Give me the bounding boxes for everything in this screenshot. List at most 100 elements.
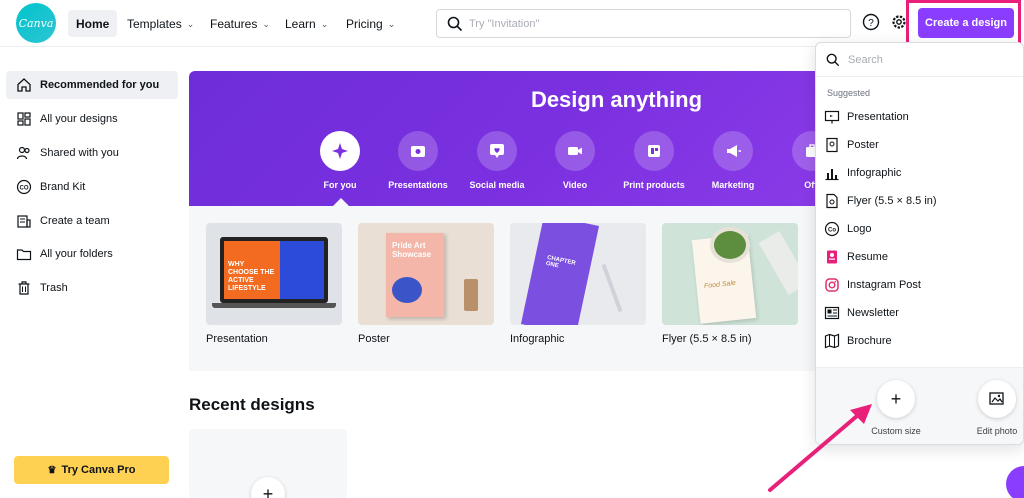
sidebar: Recommended for you All your designs Sha… [0, 48, 186, 498]
dropdown-item-label: Brochure [847, 335, 892, 347]
dropdown-item-flyer[interactable]: Flyer (5.5 × 8.5 in) [824, 189, 1019, 213]
try-canva-pro-button[interactable]: ♛ Try Canva Pro [14, 456, 169, 484]
template-label: Flyer (5.5 × 8.5 in) [662, 333, 752, 345]
create-design-button[interactable]: Create a design [918, 8, 1014, 38]
heart-chat-icon [490, 144, 504, 158]
category-label: Video [562, 180, 588, 190]
megaphone-icon [727, 145, 741, 157]
bar-chart-icon [825, 169, 839, 181]
category-label: Marketing [711, 180, 755, 190]
category-video[interactable]: Video [533, 131, 617, 190]
dropdown-item-resume[interactable]: Resume [824, 245, 1019, 269]
try-pro-label: Try Canva Pro [61, 464, 136, 476]
design-anything-hero: Design anything For you Presentations So… [189, 71, 829, 206]
search-placeholder: Try "Invitation" [469, 17, 540, 30]
nav-home-label: Home [76, 16, 110, 31]
template-label: Infographic [510, 333, 565, 345]
instagram-icon [825, 278, 839, 292]
presentation-icon [824, 110, 840, 124]
annotation-arrow [768, 404, 872, 492]
template-card-poster[interactable]: Pride Art Showcase Poster [358, 223, 494, 345]
dropdown-item-presentation[interactable]: Presentation [824, 105, 1019, 129]
print-icon [648, 145, 660, 157]
dropdown-item-label: Instagram Post [847, 279, 921, 291]
sidebar-item-shared[interactable]: Shared with you [6, 139, 178, 167]
template-thumbnail: Food Sale [662, 223, 798, 325]
sidebar-item-label: Create a team [40, 215, 110, 227]
dropdown-item-brochure[interactable]: Brochure [824, 329, 1019, 353]
help-chat-button[interactable] [1006, 466, 1024, 498]
chevron-down-icon: ⌄ [262, 19, 270, 29]
video-icon [568, 147, 582, 155]
search-icon [447, 16, 463, 31]
nav-home[interactable]: Home [68, 10, 118, 37]
sparkle-icon [332, 143, 348, 159]
category-social-media[interactable]: Social media [455, 131, 539, 190]
nav-pricing[interactable]: Pricing ⌄ [338, 10, 403, 37]
canva-logo[interactable]: Canva [16, 3, 56, 43]
template-card-infographic[interactable]: CHAPTER ONE Infographic [510, 223, 646, 345]
chevron-down-icon: ⌄ [186, 19, 195, 29]
category-print-products[interactable]: Print products [612, 131, 696, 190]
svg-text:?: ? [868, 18, 874, 29]
home-icon [17, 78, 31, 92]
sidebar-item-label: All your designs [40, 113, 118, 125]
dropdown-search-input[interactable]: Search [816, 43, 1023, 77]
template-thumbnail: Pride Art Showcase [358, 223, 494, 325]
dropdown-item-label: Presentation [847, 111, 909, 123]
edit-photo-button[interactable]: Edit photo [961, 380, 1023, 436]
sidebar-item-trash[interactable]: Trash [6, 274, 178, 302]
sidebar-item-all-designs[interactable]: All your designs [6, 105, 178, 133]
template-card-flyer[interactable]: Food Sale Flyer (5.5 × 8.5 in) [662, 223, 798, 345]
logo-text: Canva [18, 16, 54, 30]
template-card-presentation[interactable]: WHY CHOOSE THE ACTIVE LIFESTYLE Presenta… [206, 223, 342, 345]
hero-title: Design anything [530, 87, 703, 112]
dropdown-item-logo[interactable]: Co Logo [824, 217, 1019, 241]
poster-icon [826, 137, 838, 153]
create-design-dropdown: Search Suggested Presentation Poster Inf… [815, 42, 1024, 445]
sidebar-item-label: All your folders [40, 248, 113, 260]
sidebar-item-create-team[interactable]: Create a team [6, 207, 178, 235]
presentation-icon [411, 146, 425, 157]
svg-text:CO: CO [20, 186, 29, 192]
dropdown-item-poster[interactable]: Poster [824, 133, 1019, 157]
nav-learn[interactable]: Learn ⌄ [277, 10, 336, 37]
category-label: Presentations [388, 180, 448, 190]
sidebar-item-label: Shared with you [40, 147, 119, 159]
template-label: Presentation [206, 333, 268, 345]
template-row: WHY CHOOSE THE ACTIVE LIFESTYLE Presenta… [189, 206, 829, 371]
sidebar-item-recommended[interactable]: Recommended for you [6, 71, 178, 99]
brand-kit-icon: CO [16, 179, 32, 195]
category-label: For you [323, 180, 357, 190]
sidebar-item-label: Recommended for you [40, 79, 160, 91]
help-icon[interactable]: ? [862, 13, 880, 31]
template-thumbnail: CHAPTER ONE [510, 223, 646, 325]
sidebar-item-label: Trash [40, 282, 68, 294]
category-marketing[interactable]: Marketing [691, 131, 775, 190]
logo-icon: Co [824, 221, 840, 237]
dropdown-item-label: Flyer (5.5 × 8.5 in) [847, 195, 937, 207]
dropdown-item-newsletter[interactable]: Newsletter [824, 301, 1019, 325]
search-input[interactable]: Try "Invitation" [436, 9, 851, 38]
nav-learn-label: Learn [285, 16, 316, 31]
dropdown-item-infographic[interactable]: Infographic [824, 161, 1019, 185]
category-presentations[interactable]: Presentations [376, 131, 460, 190]
chevron-down-icon: ⌄ [320, 19, 329, 29]
nav-templates[interactable]: Templates ⌄ [119, 10, 202, 37]
dropdown-search-placeholder: Search [848, 53, 883, 66]
template-overlay-text: WHY CHOOSE THE ACTIVE LIFESTYLE [228, 261, 275, 292]
sidebar-item-brand-kit[interactable]: CO Brand Kit [6, 173, 178, 201]
sidebar-item-folders[interactable]: All your folders [6, 240, 178, 268]
category-for-you[interactable]: For you [298, 131, 382, 190]
dropdown-item-label: Newsletter [847, 307, 899, 319]
dropdown-item-label: Logo [847, 223, 872, 235]
search-icon [826, 53, 840, 66]
flyer-icon [826, 193, 838, 209]
dropdown-item-instagram-post[interactable]: Instagram Post [824, 273, 1019, 297]
category-label: Social media [469, 180, 525, 190]
template-thumbnail: WHY CHOOSE THE ACTIVE LIFESTYLE [206, 223, 342, 325]
nav-features[interactable]: Features ⌄ [202, 10, 278, 37]
nav-pricing-label: Pricing [346, 16, 383, 31]
crown-icon: ♛ [47, 464, 57, 476]
chevron-down-icon: ⌄ [387, 19, 396, 29]
